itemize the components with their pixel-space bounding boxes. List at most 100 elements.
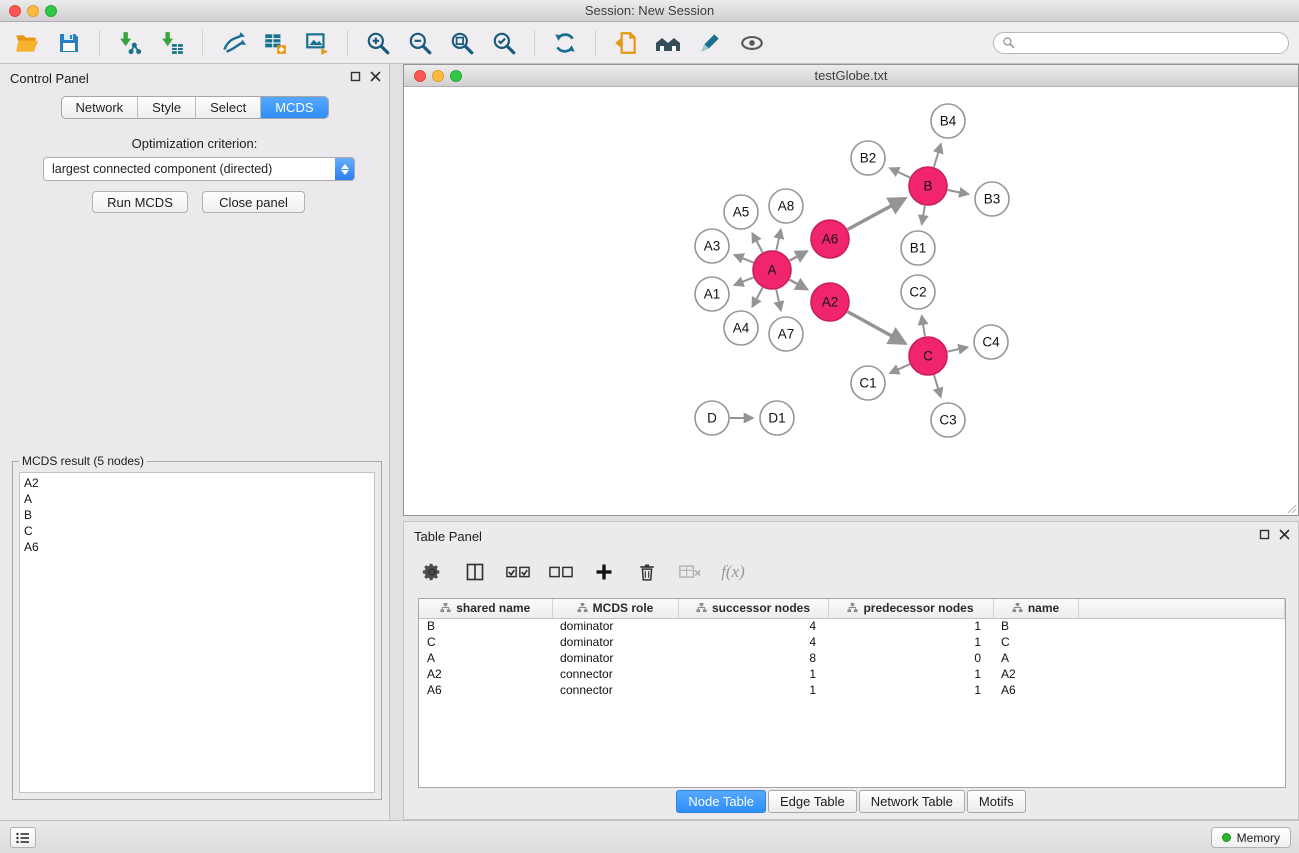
apply-style-button[interactable] — [693, 26, 727, 60]
show-hide-button[interactable] — [735, 26, 769, 60]
resize-grip-icon[interactable] — [1285, 502, 1297, 514]
table-cell[interactable]: A6 — [993, 682, 1078, 698]
node-A8[interactable]: A8 — [769, 189, 803, 223]
table-cell[interactable]: A — [993, 650, 1078, 666]
edge-C-C4[interactable] — [948, 347, 968, 351]
table-cell[interactable]: 4 — [678, 618, 828, 634]
tab-select[interactable]: Select — [196, 97, 261, 118]
mcds-result-item[interactable]: A — [24, 491, 370, 507]
close-panel-icon[interactable] — [370, 71, 381, 82]
table-cell[interactable]: C — [419, 634, 552, 650]
node-A4[interactable]: A4 — [724, 311, 758, 345]
table-row[interactable]: Adominator80A — [419, 650, 1285, 666]
node-B1[interactable]: B1 — [901, 231, 935, 265]
zoom-in-button[interactable] — [361, 26, 395, 60]
tab-mcds[interactable]: MCDS — [261, 97, 327, 118]
table-cell[interactable]: C — [993, 634, 1078, 650]
edge-B-B2[interactable] — [890, 168, 910, 177]
node-A3[interactable]: A3 — [695, 229, 729, 263]
edge-A-A3[interactable] — [734, 255, 753, 263]
mcds-result-list[interactable]: A2ABCA6 — [19, 472, 375, 793]
edge-A-A4[interactable] — [752, 288, 762, 307]
first-neighbors-button[interactable] — [651, 26, 685, 60]
search-input[interactable] — [1020, 36, 1280, 50]
delete-table-button[interactable] — [676, 558, 704, 586]
refresh-button[interactable] — [548, 26, 582, 60]
tab-network[interactable]: Network — [61, 97, 138, 118]
edge-B-B4[interactable] — [934, 144, 941, 167]
edge-A-A1[interactable] — [734, 277, 753, 285]
table-cell[interactable]: 1 — [828, 618, 993, 634]
show-columns-button[interactable] — [461, 558, 489, 586]
close-view-icon[interactable] — [414, 70, 426, 82]
node-C1[interactable]: C1 — [851, 366, 885, 400]
node-B3[interactable]: B3 — [975, 182, 1009, 216]
mcds-result-item[interactable]: A2 — [24, 475, 370, 491]
column-header[interactable]: predecessor nodes — [828, 599, 993, 618]
maximize-view-icon[interactable] — [450, 70, 462, 82]
zoom-fit-button[interactable] — [445, 26, 479, 60]
tab-motifs[interactable]: Motifs — [967, 790, 1026, 813]
edge-C-C1[interactable] — [890, 364, 910, 373]
toolbar-search[interactable] — [993, 32, 1289, 54]
edge-A-A7[interactable] — [776, 290, 781, 311]
manual-layout-button[interactable] — [609, 26, 643, 60]
table-row[interactable]: Bdominator41B — [419, 618, 1285, 634]
network-window-titlebar[interactable]: testGlobe.txt — [404, 65, 1298, 87]
new-network-button[interactable] — [216, 26, 250, 60]
function-builder-button[interactable]: f(x) — [719, 558, 747, 586]
node-A6[interactable]: A6 — [811, 220, 849, 258]
create-column-button[interactable] — [590, 558, 618, 586]
table-row[interactable]: A2connector11A2 — [419, 666, 1285, 682]
table-cell[interactable]: 1 — [678, 666, 828, 682]
edge-C-C2[interactable] — [922, 316, 925, 337]
minimize-window-icon[interactable] — [27, 5, 39, 17]
table-cell[interactable]: 1 — [828, 634, 993, 650]
close-panel-button[interactable]: Close panel — [202, 191, 305, 213]
table-cell[interactable]: 8 — [678, 650, 828, 666]
maximize-window-icon[interactable] — [45, 5, 57, 17]
table-cell[interactable]: 0 — [828, 650, 993, 666]
table-cell[interactable]: A2 — [419, 666, 552, 682]
node-B[interactable]: B — [909, 167, 947, 205]
edge-B-B1[interactable] — [922, 206, 925, 225]
table-cell[interactable]: B — [419, 618, 552, 634]
import-table-file-button[interactable] — [155, 26, 189, 60]
edge-C-C3[interactable] — [934, 375, 941, 397]
table-cell[interactable]: A — [419, 650, 552, 666]
node-A1[interactable]: A1 — [695, 277, 729, 311]
delete-column-button[interactable] — [633, 558, 661, 586]
zoom-out-button[interactable] — [403, 26, 437, 60]
save-session-button[interactable] — [52, 26, 86, 60]
export-image-button[interactable] — [300, 26, 334, 60]
edge-A-A8[interactable] — [776, 229, 781, 250]
select-all-columns-button[interactable] — [504, 558, 532, 586]
table-row[interactable]: Cdominator41C — [419, 634, 1285, 650]
table-cell[interactable]: connector — [552, 666, 678, 682]
table-cell[interactable]: 1 — [828, 666, 993, 682]
node-B2[interactable]: B2 — [851, 141, 885, 175]
table-cell[interactable]: 1 — [678, 682, 828, 698]
float-table-panel-icon[interactable] — [1259, 529, 1270, 540]
table-cell[interactable]: 4 — [678, 634, 828, 650]
run-mcds-button[interactable]: Run MCDS — [92, 191, 188, 213]
open-session-button[interactable] — [10, 26, 44, 60]
minimize-view-icon[interactable] — [432, 70, 444, 82]
column-header[interactable]: shared name — [419, 599, 552, 618]
float-panel-icon[interactable] — [350, 71, 361, 82]
node-A5[interactable]: A5 — [724, 195, 758, 229]
mcds-result-item[interactable]: C — [24, 523, 370, 539]
table-cell[interactable]: A6 — [419, 682, 552, 698]
new-table-button[interactable] — [258, 26, 292, 60]
node-B4[interactable]: B4 — [931, 104, 965, 138]
table-cell[interactable]: dominator — [552, 618, 678, 634]
column-header[interactable]: MCDS role — [552, 599, 678, 618]
table-cell[interactable]: connector — [552, 682, 678, 698]
task-history-button[interactable] — [10, 827, 36, 848]
edge-A6-B[interactable] — [848, 198, 906, 229]
node-D[interactable]: D — [695, 401, 729, 435]
column-header[interactable]: successor nodes — [678, 599, 828, 618]
edge-A2-C[interactable] — [848, 312, 906, 344]
edge-A-A5[interactable] — [752, 233, 762, 252]
table-settings-button[interactable] — [418, 558, 446, 586]
